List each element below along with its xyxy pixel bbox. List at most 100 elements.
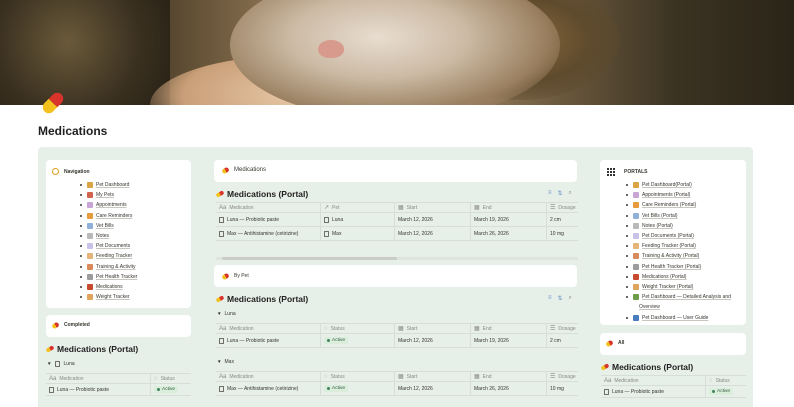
left-group-luna[interactable]: ▾ Luna <box>48 361 75 367</box>
portal-item[interactable]: Feeding Tracker (Portal) <box>626 241 731 251</box>
portal-link[interactable]: Weight Tracker (Portal) <box>642 284 693 290</box>
nav-link[interactable]: Notes <box>96 233 109 239</box>
portal-item[interactable]: Pet Documents (Portal) <box>626 231 731 241</box>
column-header[interactable]: Start <box>407 326 418 332</box>
status-badge[interactable]: Active <box>154 386 179 393</box>
status-badge[interactable]: Active <box>324 337 349 344</box>
column-header[interactable]: Start <box>407 205 418 211</box>
table-row[interactable]: Luna — Probiotic paste Luna March 12, 20… <box>216 213 578 227</box>
nav-item[interactable]: Pet Health Tracker <box>80 272 137 282</box>
nav-item[interactable]: Medications <box>80 282 137 292</box>
group-header-luna[interactable]: ▾ Luna <box>218 311 236 317</box>
sort-icon[interactable]: ⇅ <box>558 295 563 302</box>
toggle-down-icon[interactable]: ▾ <box>218 311 221 317</box>
portal-item[interactable]: Care Reminders (Portal) <box>626 200 731 210</box>
nav-item[interactable]: Appointments <box>80 200 137 210</box>
nav-link[interactable]: Weight Tracker <box>96 294 130 300</box>
nav-item[interactable]: Pet Documents <box>80 241 137 251</box>
portal-link[interactable]: Feeding Tracker (Portal) <box>642 243 696 249</box>
column-header[interactable]: End <box>483 374 492 380</box>
portal-link[interactable]: Care Reminders (Portal) <box>642 202 696 208</box>
column-header[interactable]: Medication <box>59 376 83 382</box>
nav-link[interactable]: Pet Documents <box>96 243 130 249</box>
nav-link[interactable]: Training & Activity <box>96 264 136 270</box>
nav-link[interactable]: Appointments <box>96 202 127 208</box>
by-pet-card[interactable]: By Pet <box>214 265 577 287</box>
column-header[interactable]: Start <box>407 374 418 380</box>
column-header[interactable]: Status <box>161 376 175 382</box>
table-row[interactable]: Luna — Probiotic paste Active March 12, … <box>216 334 578 348</box>
completed-card[interactable]: Completed <box>46 315 191 337</box>
search-icon[interactable]: ⌕ <box>569 190 572 197</box>
portal-item[interactable]: Pet Health Tracker (Portal) <box>626 262 731 272</box>
portal-link[interactable]: Medications (Portal) <box>642 274 686 280</box>
nav-link[interactable]: Feeding Tracker <box>96 253 132 259</box>
all-card[interactable]: All <box>600 333 746 355</box>
column-header[interactable]: End <box>483 205 492 211</box>
grouped-db-title[interactable]: Medications (Portal) <box>215 294 308 304</box>
status-badge[interactable]: Active <box>324 385 349 392</box>
column-header[interactable]: Medication <box>229 326 253 332</box>
portal-link[interactable]: Pet Documents (Portal) <box>642 233 694 239</box>
table-row[interactable]: Luna — Probiotic paste Active <box>601 386 746 398</box>
portal-link[interactable]: Pet Dashboard — User Guide <box>642 315 708 321</box>
nav-link[interactable]: Medications <box>96 284 123 290</box>
portal-item[interactable]: Training & Activity (Portal) <box>626 251 731 261</box>
portal-link[interactable]: Notes (Portal) <box>642 223 673 229</box>
filter-icon[interactable]: ≡ <box>548 190 552 197</box>
filter-icon[interactable]: ≡ <box>548 295 552 302</box>
nav-item[interactable]: Weight Tracker <box>80 292 137 302</box>
table-row[interactable]: Max — Antihistamine (cetirizine) Max Mar… <box>216 227 578 241</box>
toggle-down-icon[interactable]: ▾ <box>48 361 51 367</box>
toggle-down-icon[interactable]: ▾ <box>218 359 221 365</box>
left-db-title[interactable]: Medications (Portal) <box>45 344 138 354</box>
horizontal-scrollbar-thumb[interactable] <box>222 257 397 260</box>
portal-item[interactable]: Vet Bills (Portal) <box>626 211 731 221</box>
portal-link[interactable]: Pet Health Tracker (Portal) <box>642 264 701 270</box>
column-header[interactable]: Medication <box>229 374 253 380</box>
nav-link[interactable]: Pet Health Tracker <box>96 274 137 280</box>
status-badge[interactable]: Active <box>709 388 734 395</box>
column-header[interactable]: Status <box>716 378 730 384</box>
column-header[interactable]: Status <box>331 326 345 332</box>
table-row[interactable]: Max — Antihistamine (cetirizine) Active … <box>216 382 578 396</box>
portal-link[interactable]: Pet Dashboard — Detailed Analysis and <box>642 294 731 300</box>
nav-item[interactable]: Training & Activity <box>80 262 137 272</box>
table-row[interactable]: Luna — Probiotic paste Active <box>46 384 191 396</box>
nav-item[interactable]: Vet Bills <box>80 221 137 231</box>
nav-link[interactable]: Vet Bills <box>96 223 114 229</box>
main-db-title[interactable]: Medications (Portal) <box>215 189 308 199</box>
column-header[interactable]: Dosage <box>558 326 575 332</box>
column-header[interactable]: Pet <box>332 205 340 211</box>
sort-icon[interactable]: ⇅ <box>558 190 563 197</box>
portal-item-continuation[interactable]: Overview <box>626 302 731 312</box>
column-header[interactable]: Dosage <box>558 374 575 380</box>
portal-item[interactable]: Medications (Portal) <box>626 272 731 282</box>
portal-item[interactable]: Notes (Portal) <box>626 221 731 231</box>
column-header[interactable]: Medication <box>614 378 638 384</box>
portal-link[interactable]: Pet Dashboard(Portal) <box>642 182 692 188</box>
portal-item[interactable]: Appointments (Portal) <box>626 190 731 200</box>
nav-link[interactable]: Care Reminders <box>96 213 132 219</box>
nav-link[interactable]: My Pets <box>96 192 114 198</box>
portal-link[interactable]: Training & Activity (Portal) <box>642 253 699 259</box>
portal-link[interactable]: Vet Bills (Portal) <box>642 213 678 219</box>
right-db-title[interactable]: Medications (Portal) <box>600 362 693 372</box>
portal-link[interactable]: Appointments (Portal) <box>642 192 690 198</box>
column-header[interactable]: End <box>483 326 492 332</box>
portal-item[interactable]: Pet Dashboard — Detailed Analysis and <box>626 292 731 302</box>
portal-item[interactable]: Pet Dashboard(Portal) <box>626 180 731 190</box>
nav-item[interactable]: My Pets <box>80 190 137 200</box>
portal-item[interactable]: Pet Dashboard — User Guide <box>626 312 731 322</box>
nav-item[interactable]: Care Reminders <box>80 211 137 221</box>
portal-link[interactable]: Overview <box>639 304 660 310</box>
search-icon[interactable]: ⌕ <box>569 295 572 302</box>
nav-item[interactable]: Notes <box>80 231 137 241</box>
column-header[interactable]: Status <box>331 374 345 380</box>
nav-item[interactable]: Pet Dashboard <box>80 180 137 190</box>
column-header[interactable]: Medication <box>229 205 253 211</box>
nav-link[interactable]: Pet Dashboard <box>96 182 129 188</box>
nav-item[interactable]: Feeding Tracker <box>80 251 137 261</box>
portal-item[interactable]: Weight Tracker (Portal) <box>626 282 731 292</box>
column-header[interactable]: Dosage <box>558 205 575 211</box>
